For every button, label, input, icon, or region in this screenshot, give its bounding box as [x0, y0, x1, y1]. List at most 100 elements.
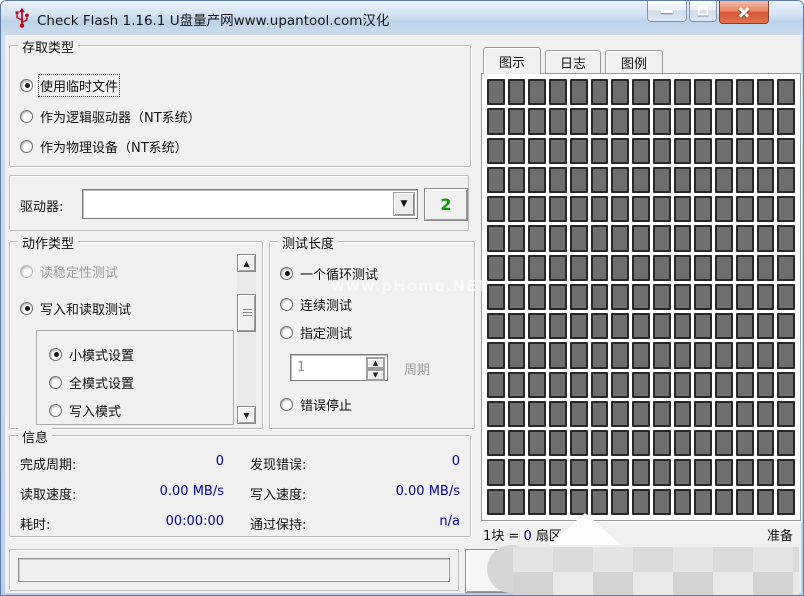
grid-cell: [694, 430, 712, 456]
grid-cell: [528, 196, 546, 222]
radio-physical-device[interactable]: 作为物理设备（NT系统）: [20, 137, 188, 155]
grid-cell: [508, 372, 526, 398]
grid-cell: [611, 401, 629, 427]
scroll-thumb[interactable]: [237, 294, 256, 332]
grid-cell: [653, 401, 671, 427]
close-button[interactable]: [719, 1, 769, 24]
grid-cell: [777, 489, 795, 515]
progress-bar: [18, 558, 450, 582]
tab-log[interactable]: 日志: [545, 50, 601, 74]
tab-label: 图示: [499, 56, 525, 71]
completed-cycles-label: 完成周期:: [20, 454, 76, 473]
arrow-down-icon: ▼: [367, 370, 384, 380]
grid-cell: [570, 196, 588, 222]
drive-map-panel: [481, 73, 801, 521]
grid-cell: [757, 138, 775, 164]
cycles-spinner[interactable]: 1 ▲ ▼: [290, 354, 388, 381]
usb-icon: [13, 7, 31, 29]
write-speed-label: 写入速度:: [250, 484, 306, 503]
grid-cell: [487, 430, 505, 456]
radio-circle: [20, 110, 33, 123]
grid-cell: [694, 342, 712, 368]
drive-dropdown-button[interactable]: ▼: [393, 192, 415, 216]
grid-cell: [508, 284, 526, 310]
grid-cell: [777, 342, 795, 368]
grid-cell: [694, 108, 712, 134]
radio-continuous-test[interactable]: 连续测试: [280, 295, 352, 313]
grid-cell: [570, 225, 588, 251]
grid-cell: [715, 459, 733, 485]
radio-specified-test[interactable]: 指定测试: [280, 323, 352, 341]
grid-cell: [591, 196, 609, 222]
refresh-drives-button[interactable]: 2: [424, 188, 468, 221]
grid-cell: [528, 79, 546, 105]
radio-use-temp-file[interactable]: 使用临时文件: [20, 76, 118, 94]
radio-full-pattern[interactable]: 全模式设置: [49, 373, 134, 391]
grid-cell: [757, 430, 775, 456]
grid-cell: [736, 430, 754, 456]
grid-cell: [570, 167, 588, 193]
grid-cell: [508, 430, 526, 456]
maximize-button[interactable]: [689, 1, 717, 22]
drive-combobox[interactable]: ▼: [82, 189, 418, 219]
grid-cell: [632, 255, 650, 281]
grid-cell: [736, 196, 754, 222]
spin-up-button[interactable]: ▲: [366, 357, 385, 369]
grid-cell: [757, 284, 775, 310]
minimize-button[interactable]: [647, 1, 687, 22]
grid-cell: [487, 225, 505, 251]
radio-circle: [20, 302, 33, 315]
grid-cell: [736, 459, 754, 485]
radio-write-pattern[interactable]: 写入模式: [49, 401, 121, 419]
action-scrollbar[interactable]: ▲ ▼: [237, 254, 256, 424]
grid-cell: [611, 342, 629, 368]
grid-cell: [674, 284, 692, 310]
grid-cell: [736, 489, 754, 515]
grid-cell: [508, 342, 526, 368]
radio-write-read-test[interactable]: 写入和读取测试: [20, 299, 131, 317]
grid-cell: [549, 79, 567, 105]
grid-cell: [508, 459, 526, 485]
block-grid: [487, 79, 795, 515]
titlebar[interactable]: Check Flash 1.16.1 U盘量产网www.upantool.com…: [1, 1, 803, 35]
grid-cell: [736, 225, 754, 251]
radio-logical-drive[interactable]: 作为逻辑驱动器（NT系统）: [20, 107, 201, 125]
radio-stop-on-error[interactable]: 错误停止: [280, 395, 352, 413]
radio-label: 错误停止: [300, 395, 352, 414]
grid-cell: [508, 225, 526, 251]
scroll-down-button[interactable]: ▼: [237, 406, 256, 424]
radio-circle: [20, 79, 33, 92]
radio-small-pattern[interactable]: 小模式设置: [49, 345, 134, 363]
tab-label: 图例: [621, 57, 647, 72]
grid-cell: [508, 79, 526, 105]
access-type-group: 存取类型 使用临时文件 作为逻辑驱动器（NT系统） 作为物理设备（NT系统）: [9, 45, 471, 167]
action-type-group: 动作类型 读稳定性测试 写入和读取测试 小模式设置 全模式设置: [9, 241, 263, 429]
radio-circle: [49, 404, 62, 417]
radio-circle: [49, 376, 62, 389]
grid-cell: [694, 225, 712, 251]
grid-cell: [777, 138, 795, 164]
info-title: 信息: [18, 427, 52, 446]
grid-cell: [653, 372, 671, 398]
radio-one-cycle-test[interactable]: 一个循环测试: [280, 264, 378, 282]
radio-label: 写入模式: [69, 401, 121, 420]
write-speed-value: 0.00 MB/s: [396, 484, 460, 499]
grid-cell: [715, 489, 733, 515]
grid-cell: [777, 167, 795, 193]
grid-cell: [653, 489, 671, 515]
scroll-up-button[interactable]: ▲: [237, 254, 256, 272]
grid-cell: [715, 196, 733, 222]
grid-cell: [632, 401, 650, 427]
ready-status: 准备: [767, 525, 793, 544]
grid-cell: [591, 225, 609, 251]
grid-cell: [570, 430, 588, 456]
tab-drive-map[interactable]: 图示: [483, 47, 541, 74]
elapsed-time-label: 耗时:: [20, 514, 50, 533]
grid-cell: [487, 79, 505, 105]
grid-cell: [715, 342, 733, 368]
grid-cell: [736, 255, 754, 281]
tab-legend[interactable]: 图例: [605, 50, 663, 74]
grid-cell: [674, 167, 692, 193]
spin-down-button[interactable]: ▼: [366, 369, 385, 381]
test-length-title: 测试长度: [278, 233, 338, 252]
